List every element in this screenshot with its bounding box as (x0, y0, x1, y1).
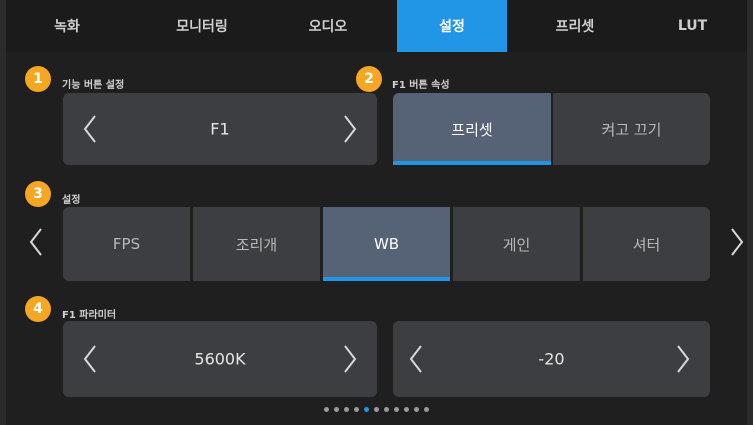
function-button-value: F1 (210, 119, 230, 139)
page-dot[interactable] (384, 407, 389, 412)
option-toggle[interactable]: 켜고 끄기 (553, 93, 710, 165)
section-2-badge: 2 (356, 66, 382, 92)
chevron-right-icon[interactable] (335, 339, 365, 379)
tab-audio[interactable]: 오디오 (268, 0, 388, 52)
setting-shutter[interactable]: 셔터 (583, 207, 710, 281)
setting-label: 설정 (62, 195, 81, 206)
chevron-right-icon[interactable] (668, 339, 698, 379)
chevron-left-icon[interactable] (75, 339, 105, 379)
page-dot[interactable] (374, 407, 379, 412)
tab-presets[interactable]: 프리셋 (515, 0, 635, 52)
section-1-badge: 1 (25, 66, 51, 92)
parameter-1-selector: 5600K (63, 321, 377, 397)
option-preset[interactable]: 프리셋 (393, 93, 551, 165)
page-dot[interactable] (414, 407, 419, 412)
button-behavior-label: F1 버튼 속성 (392, 80, 450, 91)
page-dot[interactable] (334, 407, 339, 412)
page-dot[interactable] (424, 407, 429, 412)
page-dot[interactable] (394, 407, 399, 412)
parameter-1-value: 5600K (194, 349, 246, 369)
page-dot[interactable] (404, 407, 409, 412)
setting-wb[interactable]: WB (323, 207, 450, 281)
page-indicator (0, 407, 753, 412)
parameter-2-value: -20 (538, 349, 565, 369)
page-dot[interactable] (354, 407, 359, 412)
parameters-label: F1 파라미터 (62, 310, 117, 321)
chevron-left-icon[interactable] (24, 222, 48, 262)
chevron-left-icon[interactable] (401, 339, 431, 379)
setting-fps[interactable]: FPS (63, 207, 190, 281)
chevron-right-icon[interactable] (725, 222, 749, 262)
tab-bar: 녹화 모니터링 오디오 설정 프리셋 LUT (6, 0, 747, 52)
setting-gain[interactable]: 게인 (453, 207, 580, 281)
page-dot[interactable] (344, 407, 349, 412)
function-button-label: 기능 버튼 설정 (62, 80, 125, 91)
tab-lut[interactable]: LUT (638, 0, 747, 52)
tab-monitor[interactable]: 모니터링 (142, 0, 262, 52)
tab-record[interactable]: 녹화 (6, 0, 128, 52)
section-4-badge: 4 (25, 296, 51, 322)
page-dot[interactable] (324, 407, 329, 412)
setting-iris[interactable]: 조리개 (193, 207, 320, 281)
page-dot[interactable] (364, 407, 369, 412)
section-3-badge: 3 (25, 181, 51, 207)
chevron-right-icon[interactable] (335, 109, 365, 149)
parameter-2-selector: -20 (393, 321, 710, 397)
tab-setup[interactable]: 설정 (397, 0, 507, 52)
function-button-selector: F1 (63, 93, 377, 165)
chevron-left-icon[interactable] (75, 109, 105, 149)
